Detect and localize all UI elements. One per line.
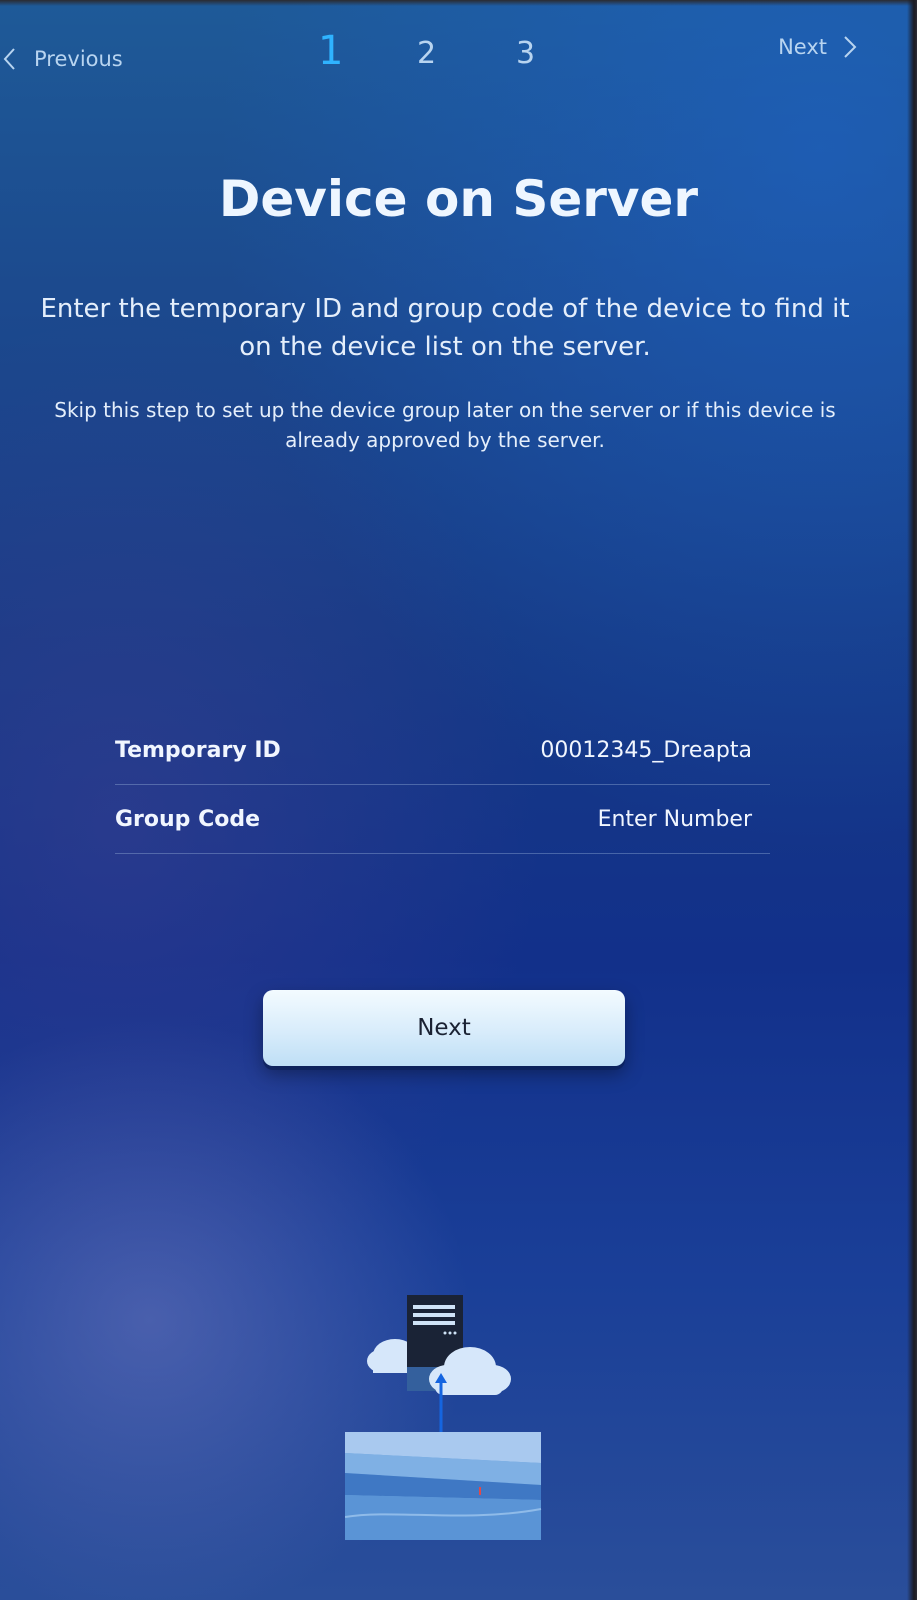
device-form: Temporary ID 00012345_Dreapta Group Code… <box>115 716 770 854</box>
page-title: Device on Server <box>218 170 699 228</box>
group-code-label: Group Code <box>115 806 261 832</box>
temporary-id-label: Temporary ID <box>115 737 281 763</box>
step-2[interactable]: 2 <box>417 36 436 71</box>
next-button[interactable]: Next <box>263 990 625 1066</box>
next-nav-label: Next <box>778 35 827 59</box>
group-code-row[interactable]: Group Code Enter Number <box>115 785 770 854</box>
temporary-id-value: 00012345_Dreapta <box>540 737 752 763</box>
chevron-right-icon <box>844 36 857 58</box>
display-screen-icon <box>345 1432 542 1540</box>
next-nav-button[interactable]: Next <box>778 30 861 64</box>
page-subdescription: Skip this step to set up the device grou… <box>54 398 836 452</box>
step-3[interactable]: 3 <box>516 36 535 71</box>
tv-frame-top <box>0 0 917 6</box>
page-description: Enter the temporary ID and group code of… <box>40 294 850 362</box>
tv-frame-right <box>907 0 917 1600</box>
temporary-id-row[interactable]: Temporary ID 00012345_Dreapta <box>115 716 770 785</box>
group-code-field[interactable]: Enter Number <box>598 807 752 832</box>
step-1[interactable]: 1 <box>318 28 343 74</box>
server-cloud-sync-illustration <box>345 1295 542 1540</box>
